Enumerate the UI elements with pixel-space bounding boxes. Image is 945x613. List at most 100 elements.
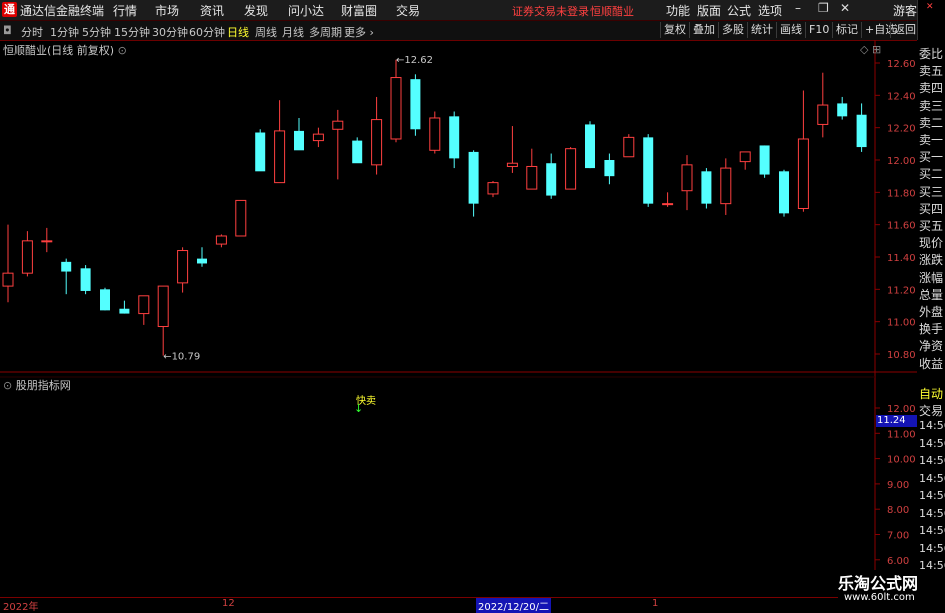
- quote-tab[interactable]: 交易: [919, 402, 943, 419]
- statistics-button[interactable]: 统计: [747, 22, 776, 38]
- candle-body: [662, 203, 674, 206]
- tick-time: 14:56: [919, 524, 945, 537]
- candle-body: [332, 120, 344, 130]
- menu-news[interactable]: 资讯: [200, 2, 224, 19]
- candle: [157, 285, 169, 356]
- candle-body: [21, 240, 33, 274]
- candle: [371, 96, 383, 175]
- f10-button[interactable]: F10: [805, 22, 832, 38]
- candle-body: [312, 133, 324, 142]
- quote-tab[interactable]: 自动: [919, 385, 943, 402]
- chart-settings-icon[interactable]: ◇ ⊞: [860, 43, 881, 56]
- period-5min[interactable]: 5分钟: [82, 24, 111, 40]
- candle: [681, 155, 693, 211]
- candle-body: [449, 116, 460, 159]
- formula-button[interactable]: 公式: [727, 2, 751, 19]
- price-tick-label: 12.20: [887, 124, 916, 135]
- candle-body: [215, 235, 227, 245]
- period-intraday[interactable]: 分时: [21, 24, 43, 40]
- candle-body: [468, 151, 479, 204]
- candle-body: [255, 132, 266, 172]
- menu-market-quotes[interactable]: 行情: [113, 2, 137, 19]
- quote-label: 买五: [919, 219, 944, 233]
- candle: [197, 247, 207, 267]
- tick-time: 14:56: [919, 471, 945, 485]
- period-more[interactable]: 更多 ›: [344, 24, 374, 40]
- sell-arrow-icon: ↓: [354, 402, 363, 415]
- price-tick-label: 11.20: [887, 285, 916, 296]
- tick-time: 14:56: [919, 419, 945, 432]
- candle: [410, 74, 421, 136]
- candle-body: [779, 171, 789, 214]
- user-guest[interactable]: 游客: [893, 2, 917, 19]
- current-price-tag: 11.24: [876, 415, 917, 427]
- period-1min[interactable]: 1分钟: [50, 24, 79, 40]
- function-button[interactable]: 功能: [666, 2, 690, 19]
- candle-body: [177, 250, 189, 284]
- candle-body: [119, 308, 130, 314]
- candle: [138, 295, 150, 325]
- trade-login-warning[interactable]: 证券交易未登录: [512, 3, 589, 19]
- lower-tick-label: 6.00: [887, 556, 909, 567]
- menu-market[interactable]: 市场: [155, 2, 179, 19]
- menu-ask[interactable]: 问小达: [288, 2, 324, 19]
- options-button[interactable]: 选项: [758, 2, 782, 19]
- price-tick-label: 12.40: [887, 91, 916, 102]
- candle: [294, 117, 304, 151]
- minimize-icon[interactable]: –: [795, 1, 801, 15]
- candle-body: [410, 79, 421, 130]
- period-daily[interactable]: 日线: [227, 24, 249, 40]
- price-tick-label: 11.80: [887, 188, 916, 199]
- chevron-right-icon: ›: [369, 26, 374, 39]
- info-expand-icon[interactable]: ⊙: [118, 44, 127, 57]
- candle-body: [352, 140, 363, 164]
- candle-body: [100, 289, 110, 311]
- watermark-url: www.60lt.com: [844, 592, 915, 603]
- candle: [449, 111, 460, 169]
- period-monthly[interactable]: 月线: [282, 24, 304, 40]
- high-price-marker: ←12.62: [396, 55, 433, 66]
- layout-button[interactable]: 版面: [697, 2, 721, 19]
- price-ticks-group: 12.60 12.40 12.20 12.00 11.80 11.60 11.40 11.20…: [875, 59, 916, 361]
- menu-discover[interactable]: 发现: [244, 2, 268, 19]
- chart-area[interactable]: 12.60 12.40 12.20 12.00 11.80 11.60 11.40 11.20…: [0, 40, 917, 597]
- period-multi[interactable]: 多周期: [309, 24, 342, 40]
- candle: [235, 199, 247, 237]
- quote-label: 卖三: [919, 98, 944, 113]
- candle-body: [274, 130, 286, 184]
- restore-icon[interactable]: ❐: [818, 1, 829, 15]
- xaxis-label-year: 2022年: [3, 602, 39, 613]
- back-button[interactable]: 返回: [890, 22, 919, 38]
- draw-line-button[interactable]: 画线: [776, 22, 805, 38]
- price-tick-label: 10.80: [887, 350, 916, 361]
- chart-info: 恒顺醋业(日线 前复权) ⊙: [3, 42, 127, 58]
- candle: [429, 111, 441, 154]
- period-15min[interactable]: 15分钟: [114, 24, 150, 40]
- multi-stock-button[interactable]: 多股: [718, 22, 747, 38]
- candle-body: [681, 164, 693, 192]
- quote-label: 买三: [919, 184, 944, 199]
- panel-close-icon[interactable]: ✕: [926, 2, 934, 12]
- period-60min[interactable]: 60分钟: [189, 24, 225, 40]
- quote-label: 卖一: [919, 133, 944, 147]
- overlay-button[interactable]: 叠加: [689, 22, 718, 38]
- candle: [643, 134, 654, 207]
- period-toolbar: ◘ 分时 1分钟 5分钟 15分钟 30分钟 60分钟 日线 周线 月线 多周期…: [0, 21, 945, 41]
- candle: [2, 224, 14, 303]
- candle: [720, 158, 732, 215]
- menu-trade[interactable]: 交易: [396, 2, 420, 19]
- candle-body: [837, 103, 848, 117]
- menu-wealth-circle[interactable]: 财富圈: [341, 2, 377, 19]
- close-icon[interactable]: ✕: [840, 1, 850, 15]
- title-stock-name: 恒顺醋业: [590, 5, 634, 18]
- period-weekly[interactable]: 周线: [255, 24, 277, 40]
- quote-label: 买二: [919, 167, 944, 182]
- mark-button[interactable]: 标记: [832, 22, 861, 38]
- sidebar-toggle-icon[interactable]: ◘: [3, 24, 12, 37]
- adjust-button[interactable]: 复权: [660, 22, 689, 38]
- candle-body: [817, 104, 829, 125]
- period-30min[interactable]: 30分钟: [152, 24, 188, 40]
- candle-body: [604, 160, 615, 177]
- indicator-toggle-icon[interactable]: ⊙: [3, 379, 12, 392]
- lower-tick-label: 8.00: [887, 505, 909, 516]
